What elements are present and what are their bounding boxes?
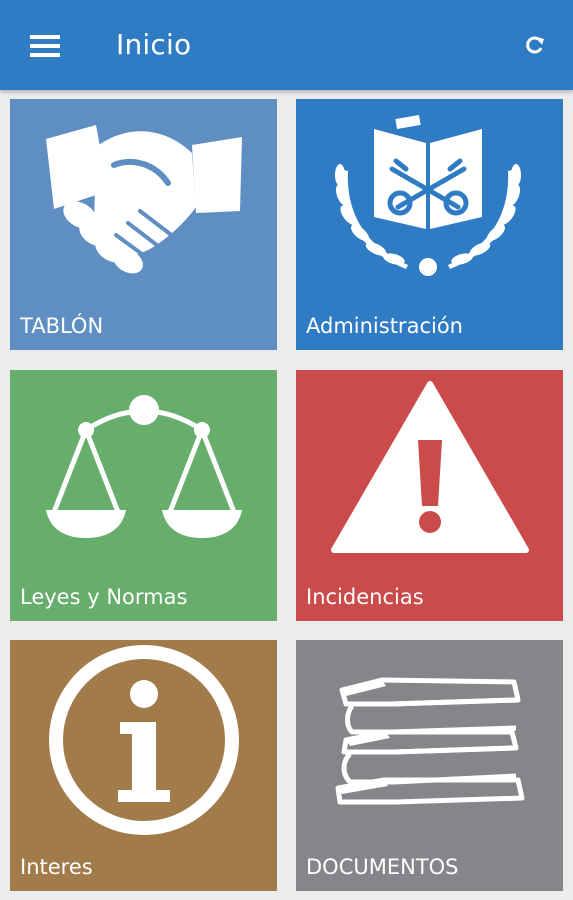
tile-label: DOCUMENTOS — [306, 855, 459, 879]
tile-label: Incidencias — [306, 585, 424, 609]
scales-icon — [46, 395, 242, 538]
tile-tablon[interactable]: TABLÓN — [10, 99, 277, 350]
tile-administracion[interactable]: Administración — [296, 99, 563, 350]
tile-documentos[interactable]: DOCUMENTOS — [296, 640, 563, 891]
tile-label: Leyes y Normas — [20, 585, 188, 609]
tile-interes[interactable]: Interes — [10, 640, 277, 891]
tile-incidencias[interactable]: Incidencias — [296, 370, 563, 621]
tile-label: Interes — [20, 855, 93, 879]
app-bar: Inicio — [0, 0, 573, 90]
handshake-icon — [46, 125, 242, 274]
refresh-icon[interactable] — [520, 30, 550, 60]
tile-label: Administración — [306, 314, 463, 338]
tile-leyes-normas[interactable]: Leyes y Normas — [10, 370, 277, 621]
info-icon — [49, 645, 239, 835]
warning-icon — [331, 381, 529, 553]
tile-label: TABLÓN — [20, 314, 104, 338]
books-icon — [335, 677, 525, 805]
menu-icon[interactable] — [27, 32, 63, 60]
keys-book-icon — [335, 114, 521, 276]
page-title: Inicio — [116, 28, 192, 61]
